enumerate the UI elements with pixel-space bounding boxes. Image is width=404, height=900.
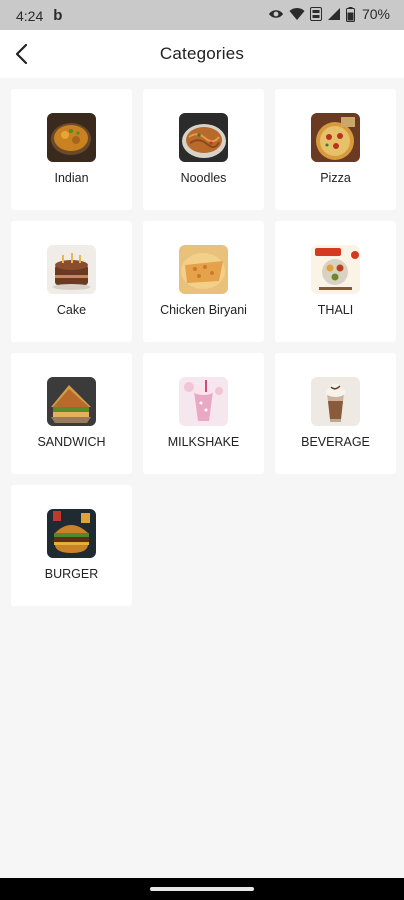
- category-card-pizza[interactable]: Pizza: [275, 89, 396, 210]
- app-bar: Categories: [0, 30, 404, 78]
- system-nav-bar: [0, 878, 404, 900]
- pizza-photo: [311, 113, 360, 162]
- category-label: BURGER: [44, 567, 99, 581]
- battery-icon: [345, 6, 355, 22]
- category-card-indian[interactable]: Indian: [11, 89, 132, 210]
- status-bar: 4:24 b 70%: [0, 0, 404, 30]
- category-label: Cake: [56, 303, 87, 317]
- wifi-icon: [289, 8, 305, 20]
- volte-icon: [309, 7, 322, 21]
- category-label: Indian: [54, 171, 89, 185]
- app-notification-icon: b: [53, 7, 63, 24]
- category-label: MILKSHAKE: [167, 435, 240, 449]
- page-title: Categories: [159, 44, 245, 63]
- indian-curry-photo: [47, 113, 96, 162]
- category-card-beverage[interactable]: BEVERAGE: [275, 353, 396, 474]
- category-label: Noodles: [180, 171, 227, 185]
- category-card-thali[interactable]: THALI: [275, 221, 396, 342]
- beverage-photo: [311, 377, 360, 426]
- category-label: Pizza: [320, 171, 351, 185]
- category-card-noodles[interactable]: Noodles: [143, 89, 264, 210]
- eye-icon: [268, 10, 283, 18]
- category-grid: Indian Noodles Pizza Cake Chicken Biryan…: [11, 89, 396, 606]
- cake-photo: [47, 245, 96, 294]
- home-gesture-handle[interactable]: [150, 887, 254, 891]
- burger-photo: [47, 509, 96, 558]
- chicken-biryani-photo: [179, 245, 228, 294]
- category-label: SANDWICH: [37, 435, 106, 449]
- status-time: 4:24: [16, 7, 44, 24]
- signal-icon: [327, 8, 340, 20]
- category-label: BEVERAGE: [301, 435, 370, 449]
- category-label: THALI: [317, 303, 354, 317]
- category-card-chicken-biryani[interactable]: Chicken Biryani: [143, 221, 264, 342]
- category-card-sandwich[interactable]: SANDWICH: [11, 353, 132, 474]
- battery-percentage: 70%: [361, 6, 390, 22]
- sandwich-photo: [47, 377, 96, 426]
- category-card-milkshake[interactable]: MILKSHAKE: [143, 353, 264, 474]
- milkshake-photo: [179, 377, 228, 426]
- noodles-photo: [179, 113, 228, 162]
- category-label: Chicken Biryani: [160, 303, 247, 317]
- category-card-burger[interactable]: BURGER: [11, 485, 132, 606]
- category-card-cake[interactable]: Cake: [11, 221, 132, 342]
- thali-poster-photo: [311, 245, 360, 294]
